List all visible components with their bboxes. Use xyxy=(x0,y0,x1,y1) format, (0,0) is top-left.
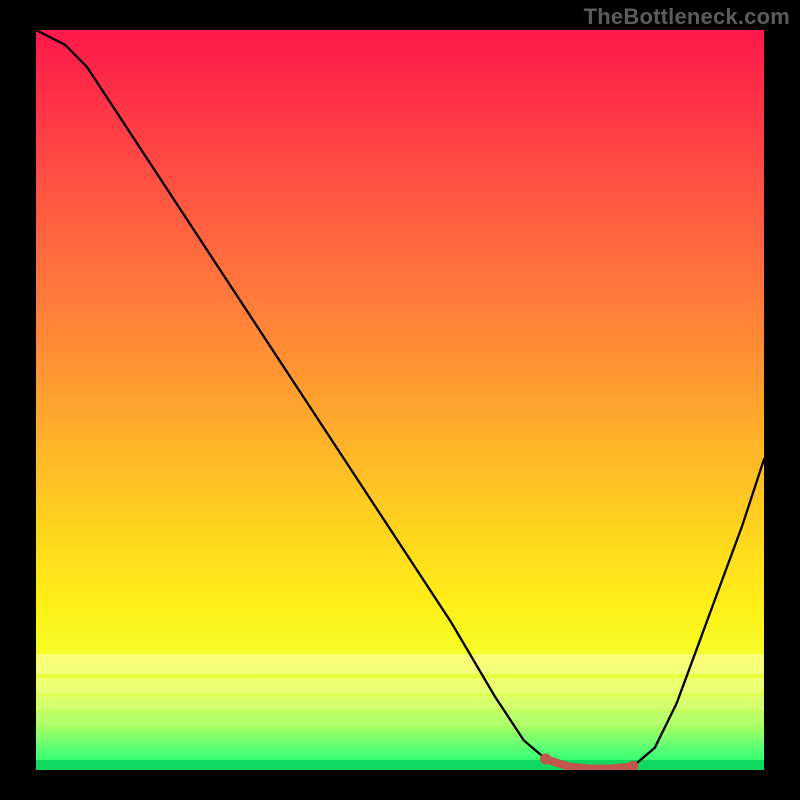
watermark-text: TheBottleneck.com xyxy=(584,4,790,30)
curve-group xyxy=(36,30,764,770)
main-curve-path xyxy=(36,30,764,769)
highlight-curve-path xyxy=(546,759,633,769)
chart-svg xyxy=(36,30,764,770)
highlight-end-dot xyxy=(540,753,551,764)
plot-area xyxy=(36,30,764,770)
chart-frame: TheBottleneck.com xyxy=(0,0,800,800)
